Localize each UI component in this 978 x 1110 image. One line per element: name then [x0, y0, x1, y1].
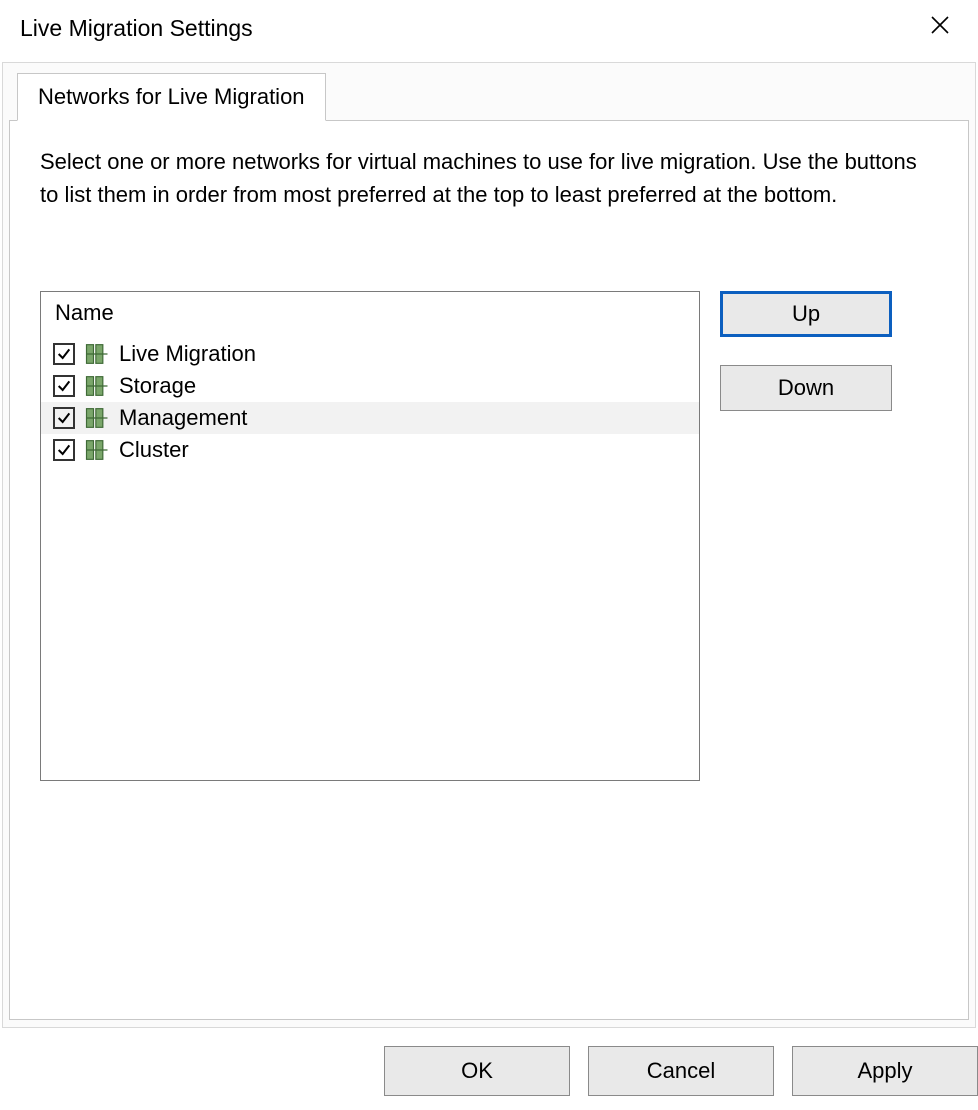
network-adapter-icon: [83, 372, 111, 400]
dialog-body: Networks for Live Migration Select one o…: [2, 62, 976, 1028]
checkbox-icon[interactable]: [53, 343, 75, 365]
checkbox-icon[interactable]: [53, 439, 75, 461]
network-adapter-icon: [83, 436, 111, 464]
down-button[interactable]: Down: [720, 365, 892, 411]
ok-button[interactable]: OK: [384, 1046, 570, 1096]
list-items: Live Migration Storage: [41, 334, 699, 470]
cancel-button[interactable]: Cancel: [588, 1046, 774, 1096]
dialog-footer: OK Cancel Apply: [370, 1032, 978, 1110]
close-icon[interactable]: [922, 12, 958, 44]
column-header-name[interactable]: Name: [41, 292, 699, 334]
list-item[interactable]: Live Migration: [41, 338, 699, 370]
network-adapter-icon: [83, 404, 111, 432]
window-title: Live Migration Settings: [20, 15, 253, 42]
tab-panel-networks: Select one or more networks for virtual …: [9, 120, 969, 1020]
list-item-label: Live Migration: [119, 341, 256, 367]
list-item-label: Cluster: [119, 437, 189, 463]
network-adapter-icon: [83, 340, 111, 368]
checkbox-icon[interactable]: [53, 407, 75, 429]
up-button[interactable]: Up: [720, 291, 892, 337]
description-text: Select one or more networks for virtual …: [40, 145, 938, 211]
apply-button[interactable]: Apply: [792, 1046, 978, 1096]
tab-strip: Networks for Live Migration: [3, 63, 975, 120]
list-item-label: Storage: [119, 373, 196, 399]
list-item-label: Management: [119, 405, 247, 431]
tab-networks[interactable]: Networks for Live Migration: [17, 73, 326, 121]
list-item[interactable]: Management: [41, 402, 699, 434]
network-list[interactable]: Name Live Migration: [40, 291, 700, 781]
list-item[interactable]: Storage: [41, 370, 699, 402]
reorder-buttons: Up Down: [720, 291, 892, 411]
checkbox-icon[interactable]: [53, 375, 75, 397]
list-item[interactable]: Cluster: [41, 434, 699, 466]
title-bar: Live Migration Settings: [0, 0, 978, 56]
list-row: Name Live Migration: [40, 291, 938, 781]
